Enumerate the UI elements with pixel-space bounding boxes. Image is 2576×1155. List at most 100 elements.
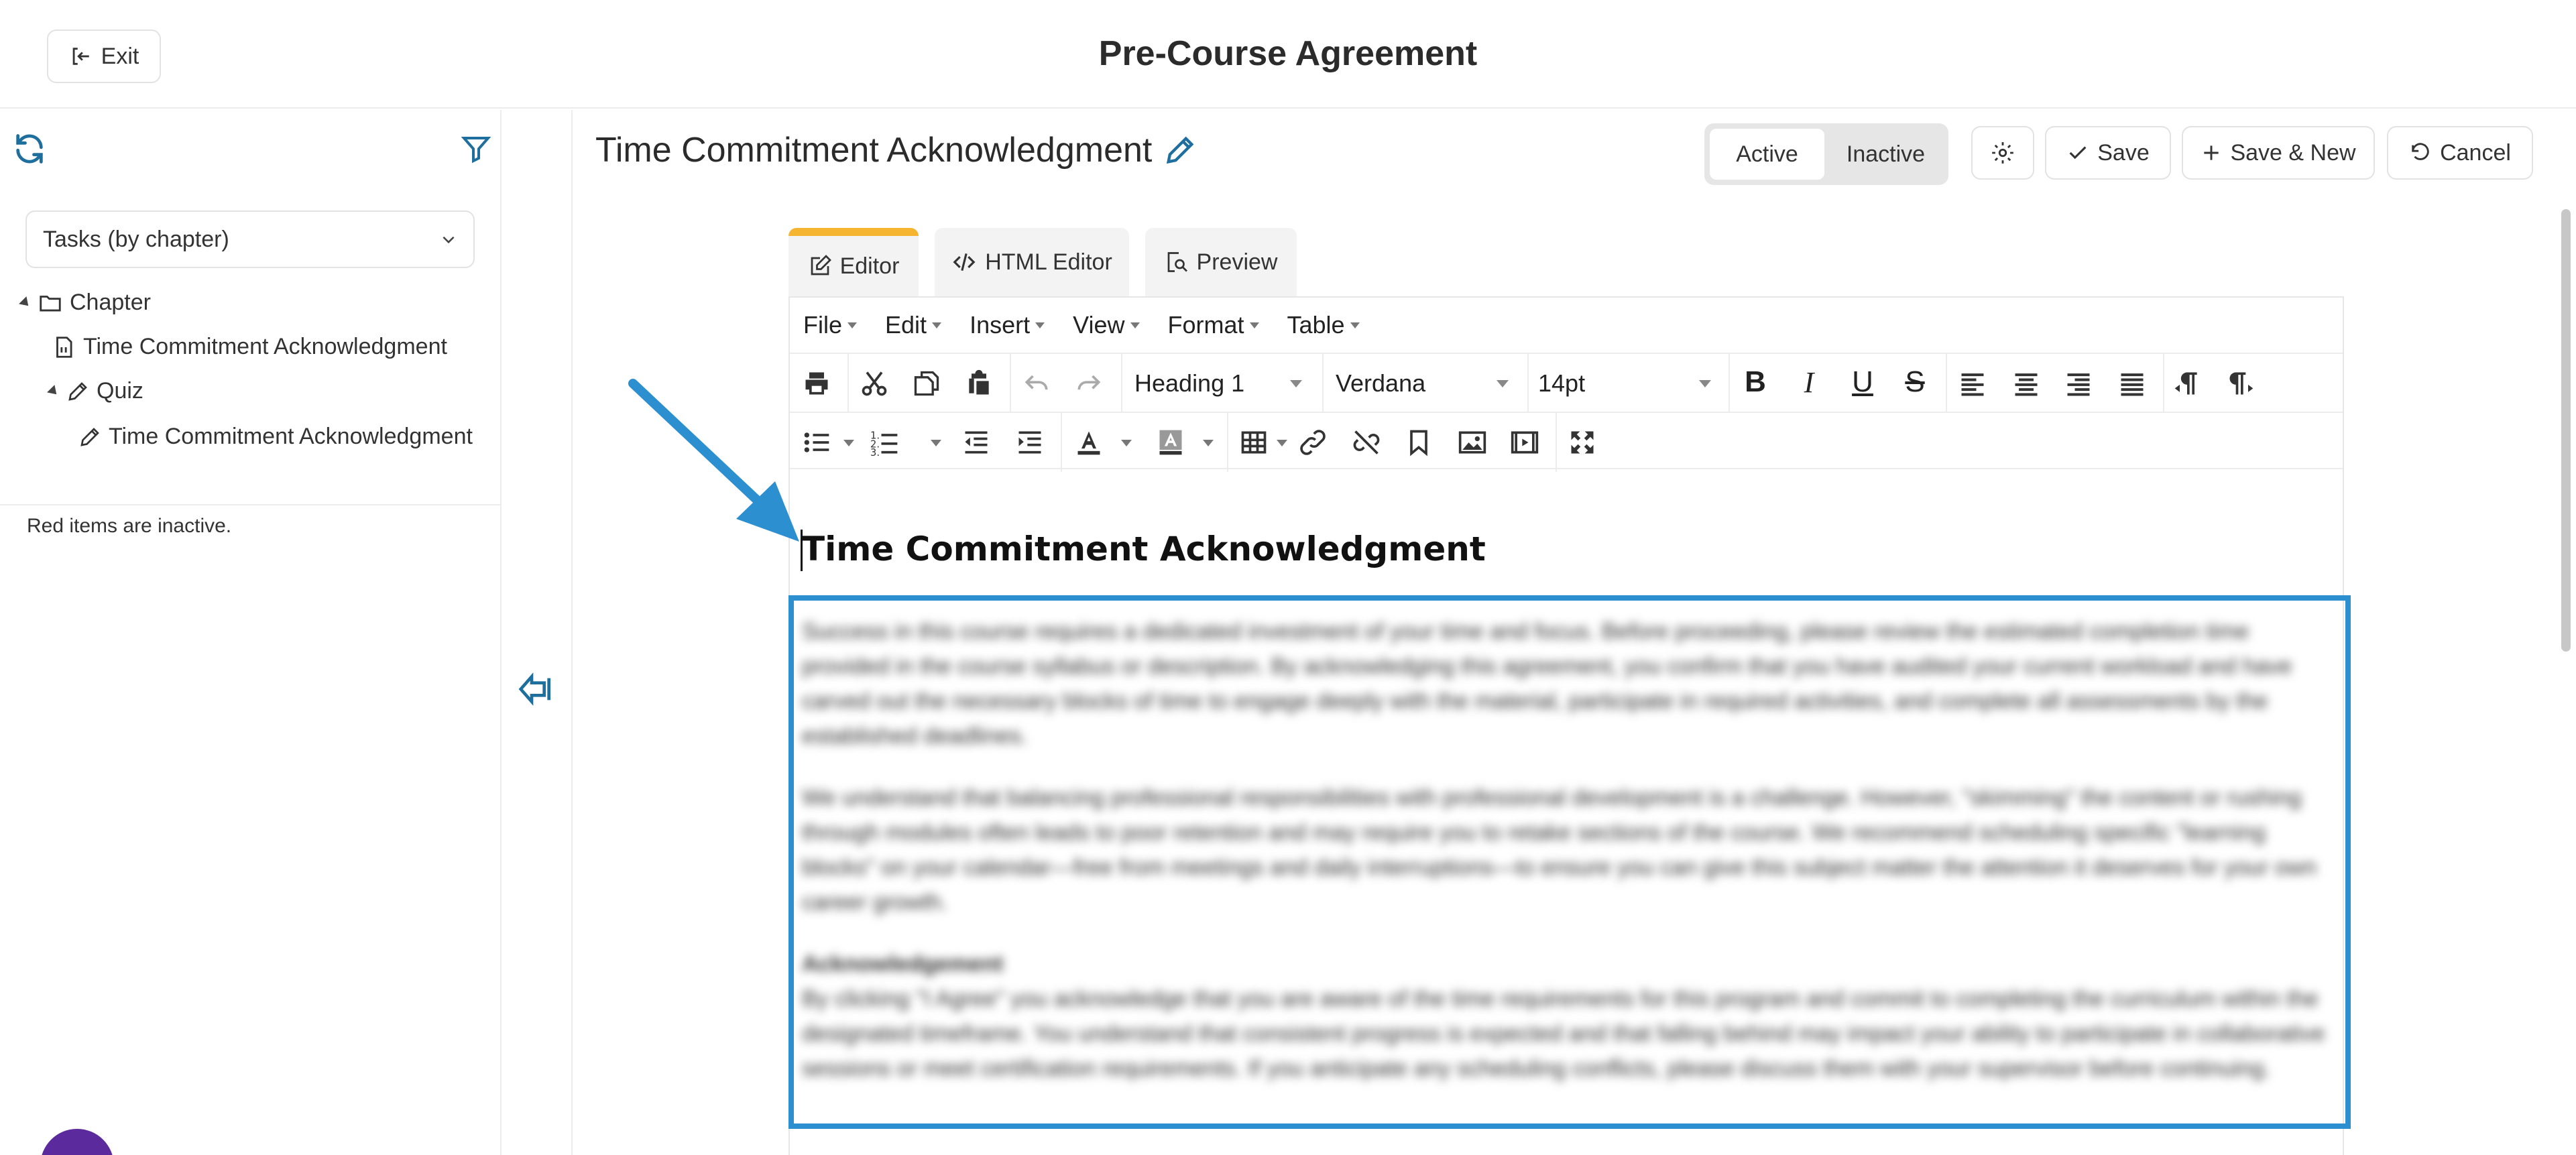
unlink-button[interactable] [1349, 425, 1384, 460]
toolbar-separator [2163, 354, 2164, 413]
font-size-value: 14pt [1538, 369, 1586, 397]
tasks-view-select[interactable]: Tasks (by chapter) [25, 210, 475, 268]
copy-button[interactable] [909, 366, 944, 401]
menu-file[interactable]: File [803, 311, 858, 339]
justify-button[interactable] [2115, 366, 2150, 401]
paste-icon [969, 369, 989, 395]
sidebar-divider [0, 504, 502, 505]
justify-icon [2121, 373, 2144, 396]
editor-menubar: File Edit Insert View Format Table [790, 298, 2343, 354]
font-size-select[interactable]: 14pt [1538, 363, 1718, 404]
caret-down-icon[interactable] [931, 440, 941, 446]
page-scrollbar[interactable] [2561, 209, 2571, 652]
filter-icon[interactable] [460, 133, 492, 165]
ltr-button[interactable] [2170, 366, 2205, 401]
save-label: Save [2097, 139, 2150, 166]
panel-divider [571, 110, 573, 1155]
refresh-icon[interactable] [12, 131, 47, 166]
tab-html-editor[interactable]: HTML Editor [935, 228, 1129, 296]
indent-button[interactable] [1012, 425, 1047, 460]
save-button[interactable]: Save [2045, 126, 2171, 180]
menu-format-label: Format [1167, 311, 1244, 339]
menu-format[interactable]: Format [1168, 311, 1259, 339]
redo-button[interactable] [1071, 366, 1106, 401]
tree-item-quiz[interactable]: Quiz [47, 378, 143, 404]
caret-down-icon[interactable] [843, 440, 854, 446]
tree-item-page[interactable]: Time Commitment Acknowledgment [51, 334, 447, 360]
bookmark-icon [1410, 430, 1427, 457]
outdent-button[interactable] [959, 425, 994, 460]
caret-down-icon[interactable] [1203, 440, 1214, 446]
table-button[interactable] [1236, 425, 1271, 460]
tab-preview[interactable]: Preview [1145, 228, 1297, 296]
caret-down-icon [1350, 322, 1360, 328]
save-and-new-button[interactable]: Save & New [2182, 126, 2375, 180]
status-inactive-button[interactable]: Inactive [1828, 129, 1943, 180]
toolbar-separator [847, 354, 849, 413]
fullscreen-button[interactable] [1565, 425, 1600, 460]
align-center-button[interactable] [2009, 366, 2044, 401]
bullet-list-icon [804, 432, 829, 452]
pencil-icon [80, 427, 99, 446]
tree-item-label: Chapter [70, 290, 151, 315]
tree-item-label: Time Commitment Acknowledgment [109, 424, 473, 449]
block-format-select[interactable]: Heading 1 [1134, 363, 1309, 404]
outdent-icon [965, 431, 988, 454]
caret-down-icon[interactable] [1277, 440, 1287, 446]
settings-button[interactable] [1971, 126, 2034, 180]
bookmark-button[interactable] [1401, 425, 1436, 460]
menu-edit[interactable]: Edit [885, 311, 942, 339]
caret-down-icon [1497, 379, 1509, 387]
insert-link-button[interactable] [1295, 425, 1330, 460]
paste-button[interactable] [961, 366, 996, 401]
content-heading[interactable]: Time Commitment Acknowledgment [802, 530, 1486, 568]
cut-button[interactable] [857, 366, 892, 401]
unlink-icon [1353, 430, 1380, 454]
bold-icon[interactable]: B [1738, 362, 1773, 402]
tab-editor[interactable]: Editor [788, 228, 919, 296]
background-color-button[interactable] [1153, 425, 1188, 460]
font-family-select[interactable]: Verdana [1336, 363, 1515, 404]
rtl-button[interactable] [2223, 366, 2258, 401]
edit-title-icon[interactable] [1163, 133, 1197, 168]
edit-icon [811, 255, 831, 276]
caret-down-icon[interactable] [1121, 440, 1132, 446]
insert-image-button[interactable] [1455, 425, 1490, 460]
code-icon [953, 253, 976, 271]
copy-icon [914, 371, 939, 396]
numbered-list-button[interactable]: 1. 2. 3. [868, 425, 902, 460]
link-icon [1300, 430, 1326, 455]
right-to-left-icon [2229, 372, 2253, 395]
cancel-label: Cancel [2440, 139, 2511, 166]
status-toggle: Active Inactive [1704, 123, 1948, 185]
menu-view[interactable]: View [1073, 311, 1140, 339]
align-right-button[interactable] [2061, 366, 2096, 401]
status-active-button[interactable]: Active [1710, 129, 1824, 180]
menu-view-label: View [1073, 311, 1125, 339]
insert-media-button[interactable] [1507, 425, 1542, 460]
text-color-button[interactable] [1071, 425, 1106, 460]
tree-item-chapter[interactable]: Chapter [19, 290, 151, 316]
menu-insert[interactable]: Insert [970, 311, 1045, 339]
strikethrough-icon[interactable]: S [1897, 362, 1932, 402]
collapse-sidebar-icon[interactable] [518, 670, 555, 708]
toolbar-separator [1227, 413, 1228, 472]
caret-down-icon [1130, 322, 1140, 328]
align-left-button[interactable] [1955, 366, 1990, 401]
undo-icon [1024, 375, 1048, 390]
document-icon [56, 336, 72, 358]
chat-avatar[interactable] [40, 1129, 114, 1155]
font-family-value: Verdana [1336, 369, 1426, 397]
highlight-box [788, 595, 2351, 1129]
tree-item-quiz-question[interactable]: Time Commitment Acknowledgment [78, 424, 473, 450]
sidebar: Tasks (by chapter) Chapter Time Commitme… [0, 110, 502, 1155]
expand-caret-icon[interactable] [19, 296, 32, 310]
cancel-button[interactable]: Cancel [2387, 126, 2533, 180]
editor-toolbar-row-2: 1. 2. 3. [790, 413, 2343, 472]
menu-edit-label: Edit [885, 311, 927, 339]
undo-button[interactable] [1019, 366, 1054, 401]
italic-icon[interactable]: I [1792, 362, 1826, 402]
expand-caret-icon[interactable] [47, 384, 60, 398]
underline-icon[interactable]: U [1845, 362, 1880, 402]
menu-table[interactable]: Table [1287, 311, 1360, 339]
